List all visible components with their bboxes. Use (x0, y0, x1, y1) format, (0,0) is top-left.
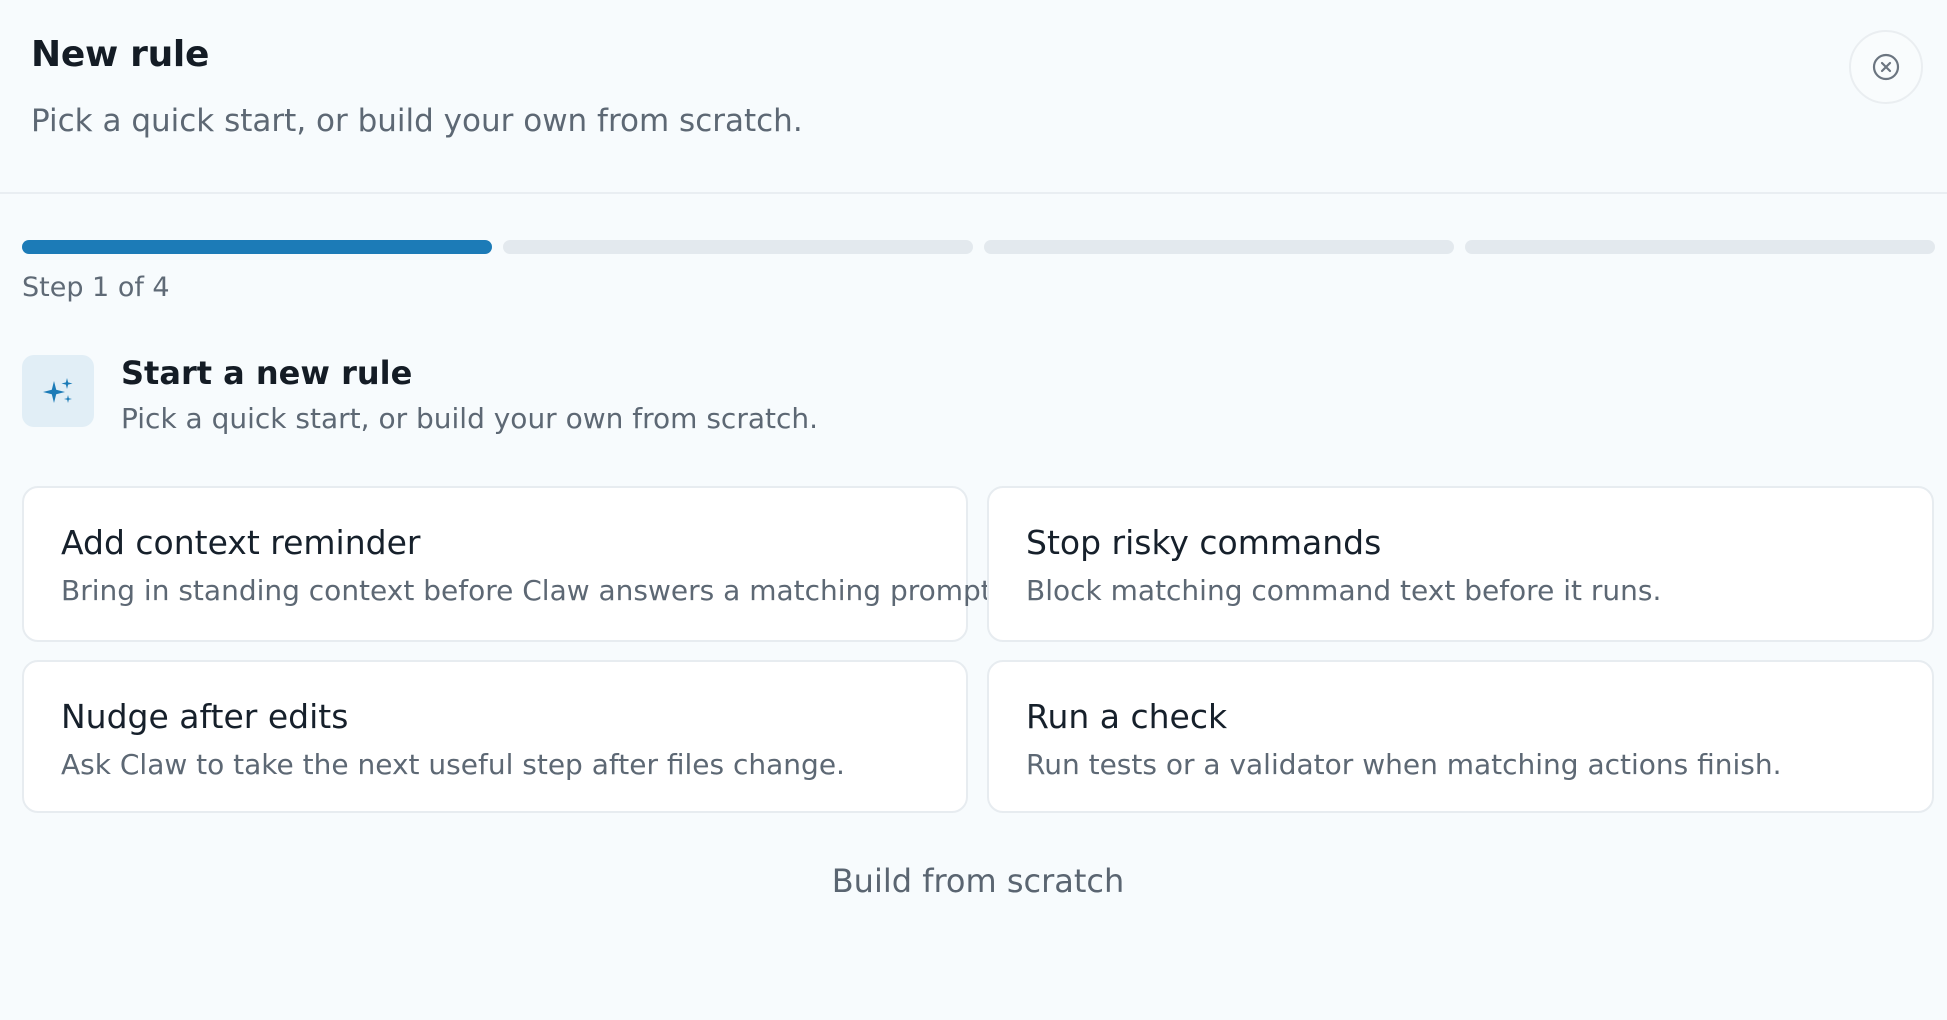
progress-segment-2 (503, 240, 973, 254)
close-button[interactable] (1849, 30, 1923, 104)
quick-start-card-add-context-reminder[interactable]: Add context reminder Bring in standing c… (22, 486, 1001, 642)
quick-start-card-nudge-after-edits[interactable]: Nudge after edits Ask Claw to take the n… (22, 660, 968, 813)
card-description: Run tests or a validator when matching a… (1026, 748, 1782, 781)
progress-segment-4 (1465, 240, 1935, 254)
card-title: Stop risky commands (1026, 523, 1382, 562)
section-icon-tile (22, 355, 94, 427)
build-from-scratch-button[interactable]: Build from scratch (0, 862, 1947, 900)
new-rule-dialog: New rule Pick a quick start, or build yo… (0, 0, 1947, 1020)
step-indicator: Step 1 of 4 (22, 272, 170, 303)
card-description: Bring in standing context before Claw an… (61, 574, 1001, 607)
card-description: Ask Claw to take the next useful step af… (61, 748, 845, 781)
card-title: Add context reminder (61, 523, 421, 562)
progress-segment-1 (22, 240, 492, 254)
dialog-header: New rule Pick a quick start, or build yo… (0, 0, 1947, 194)
card-description: Block matching command text before it ru… (1026, 574, 1662, 607)
dialog-title: New rule (31, 34, 210, 75)
progress-segment-3 (984, 240, 1454, 254)
dialog-subtitle: Pick a quick start, or build your own fr… (31, 103, 803, 139)
quick-start-card-run-a-check[interactable]: Run a check Run tests or a validator whe… (987, 660, 1934, 813)
step-progress-bar (22, 240, 1935, 254)
card-title: Nudge after edits (61, 697, 349, 736)
section-title: Start a new rule (121, 354, 413, 392)
close-circle-icon (1872, 53, 1900, 81)
sparkles-icon (43, 378, 73, 403)
section-subtitle: Pick a quick start, or build your own fr… (121, 402, 819, 435)
quick-start-card-stop-risky-commands[interactable]: Stop risky commands Block matching comma… (987, 486, 1934, 642)
card-title: Run a check (1026, 697, 1228, 736)
